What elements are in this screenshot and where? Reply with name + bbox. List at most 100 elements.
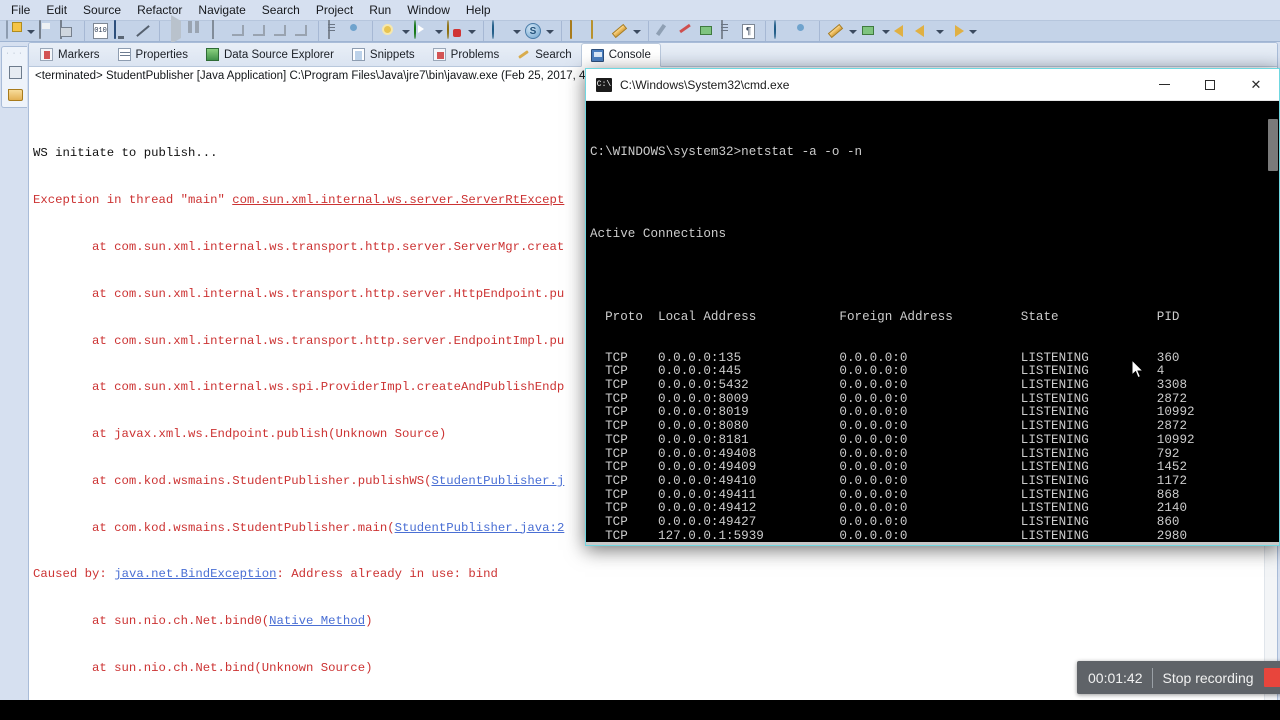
server-icon[interactable]: S (525, 23, 541, 39)
console-line: Caused by: java.net.BindException: Addre… (33, 567, 498, 582)
tab-properties-label: Properties (135, 48, 188, 61)
forward-dropdown-icon[interactable] (934, 21, 945, 41)
tab-search[interactable]: Search (508, 43, 580, 66)
server-dropdown-icon[interactable] (544, 21, 555, 41)
netstat-row: TCP 0.0.0.0:49408 0.0.0.0:0 LISTENING 79… (590, 446, 1180, 461)
netstat-row: TCP 0.0.0.0:135 0.0.0.0:0 LISTENING 360 (590, 350, 1180, 365)
binary-icon[interactable]: 010 (93, 23, 108, 39)
cmd-window: C:\ C:\Windows\System32\cmd.exe ✕ C:\WIN… (585, 68, 1280, 546)
search-icon (517, 48, 530, 61)
tab-markers-label: Markers (58, 48, 100, 61)
cmd-prompt-line: C:\WINDOWS\system32>netstat -a -o -n (590, 145, 863, 160)
stop-recording-button[interactable]: Stop recording (1153, 670, 1264, 686)
menu-help[interactable]: Help (459, 0, 498, 20)
recording-timer: 00:01:42 (1088, 669, 1143, 686)
cmd-scroll-thumb[interactable] (1268, 119, 1278, 171)
project-explorer-icon[interactable] (7, 65, 23, 79)
taskbar (0, 700, 1280, 720)
view-stack-handle[interactable]: · · · (7, 50, 23, 57)
data-source-explorer-icon (205, 48, 219, 61)
edit-dropdown-icon[interactable] (631, 21, 642, 41)
stop-recording-icon[interactable] (1263, 668, 1280, 687)
monitor-icon[interactable] (114, 20, 116, 39)
menu-edit[interactable]: Edit (39, 0, 74, 20)
external-tools-icon[interactable] (447, 20, 449, 39)
run-icon[interactable] (414, 20, 416, 39)
cmd-titlebar[interactable]: C:\ C:\Windows\System32\cmd.exe ✕ (586, 69, 1279, 101)
open-type-icon[interactable] (570, 20, 572, 39)
netstat-row: TCP 0.0.0.0:49410 0.0.0.0:0 LISTENING 11… (590, 473, 1188, 488)
netstat-row: TCP 127.0.0.1:5939 0.0.0.0:0 LISTENING 2… (590, 528, 1188, 542)
netstat-row: TCP 0.0.0.0:8019 0.0.0.0:0 LISTENING 109… (590, 405, 1195, 420)
debug-dropdown-icon[interactable] (400, 21, 411, 41)
fast-view-bar: · · · (0, 42, 28, 720)
properties-icon (117, 48, 131, 61)
tab-search-label: Search (535, 48, 572, 61)
tab-snippets[interactable]: Snippets (343, 43, 424, 66)
netstat-row: TCP 0.0.0.0:8080 0.0.0.0:0 LISTENING 287… (590, 419, 1188, 434)
globe-icon[interactable] (774, 20, 776, 39)
new-file-icon[interactable] (6, 20, 8, 39)
eclipse-toolbar: 010 S ¶ (0, 15, 1280, 44)
run-dropdown-icon[interactable] (433, 21, 444, 41)
netstat-row: TCP 0.0.0.0:49412 0.0.0.0:0 LISTENING 21… (590, 501, 1188, 516)
tab-markers[interactable]: Markers (31, 43, 109, 66)
menu-window[interactable]: Window (400, 0, 457, 20)
netstat-rows: TCP 0.0.0.0:135 0.0.0.0:0 LISTENING 360 … (590, 350, 1279, 542)
toolbar-separator (819, 21, 820, 41)
menu-project[interactable]: Project (309, 0, 360, 20)
netstat-row: TCP 0.0.0.0:8181 0.0.0.0:0 LISTENING 109… (590, 432, 1195, 447)
netstat-header-row: Proto Local Address Foreign Address Stat… (590, 309, 1180, 324)
tab-snippets-label: Snippets (369, 48, 415, 61)
cmd-section-title: Active Connections (590, 227, 727, 242)
open-task-icon[interactable] (328, 20, 330, 39)
cmd-minimize-button[interactable] (1141, 69, 1187, 101)
next-dropdown-icon[interactable] (967, 21, 978, 41)
tab-console[interactable]: Console (580, 43, 661, 67)
package-folder-icon[interactable] (7, 87, 23, 101)
save-all-icon[interactable] (60, 20, 62, 39)
toolbar-separator (159, 21, 160, 41)
toolbar-separator (648, 21, 649, 41)
new-web-dropdown-icon[interactable] (511, 21, 522, 41)
pilcrow-icon[interactable]: ¶ (742, 24, 755, 39)
external-tools-dropdown-icon[interactable] (466, 21, 477, 41)
cmd-maximize-button[interactable] (1187, 69, 1233, 101)
snippets-icon (351, 48, 365, 61)
cmd-close-button[interactable]: ✕ (1233, 69, 1279, 101)
tab-properties[interactable]: Properties (109, 43, 197, 66)
save-icon[interactable] (39, 20, 41, 39)
tab-data-source-explorer[interactable]: Data Source Explorer (197, 43, 343, 66)
netstat-row: TCP 0.0.0.0:8009 0.0.0.0:0 LISTENING 287… (590, 391, 1188, 406)
terminate-icon (212, 20, 214, 39)
console-line: at sun.nio.ch.Net.bind0(Native Method) (33, 614, 373, 629)
eclipse-menubar: File Edit Source Refactor Navigate Searc… (0, 0, 1280, 20)
console-icon (590, 48, 604, 62)
outline-icon[interactable] (721, 20, 723, 39)
toolbar-separator (483, 21, 484, 41)
netstat-row: TCP 0.0.0.0:445 0.0.0.0:0 LISTENING 4 (590, 364, 1165, 379)
tab-problems[interactable]: Problems (424, 43, 509, 66)
mouse-cursor (1132, 360, 1144, 379)
bookmark-dropdown-icon[interactable] (880, 21, 891, 41)
open-resource-icon[interactable] (591, 20, 593, 39)
annotation-dropdown-icon[interactable] (847, 21, 858, 41)
new-file-dropdown-icon[interactable] (25, 21, 36, 41)
menu-navigate[interactable]: Navigate (191, 0, 252, 20)
cmd-console-output[interactable]: C:\WINDOWS\system32>netstat -a -o -n Act… (586, 101, 1279, 542)
netstat-row: TCP 0.0.0.0:49411 0.0.0.0:0 LISTENING 86… (590, 487, 1180, 502)
tab-console-label: Console (608, 49, 651, 61)
menu-search[interactable]: Search (255, 0, 307, 20)
toolbar-separator (561, 21, 562, 41)
new-web-icon[interactable] (492, 20, 494, 39)
markers-icon (40, 48, 53, 61)
menu-file[interactable]: File (4, 0, 37, 20)
tab-problems-label: Problems (450, 48, 500, 61)
menu-run[interactable]: Run (362, 0, 398, 20)
toolbar-separator (372, 21, 373, 41)
resume-icon (171, 15, 181, 44)
cmd-scrollbar[interactable] (1267, 101, 1279, 542)
cmd-bottom-edge (586, 542, 1279, 545)
minimized-view-stack[interactable]: · · · (1, 46, 27, 108)
menu-source[interactable]: Source (76, 0, 128, 20)
